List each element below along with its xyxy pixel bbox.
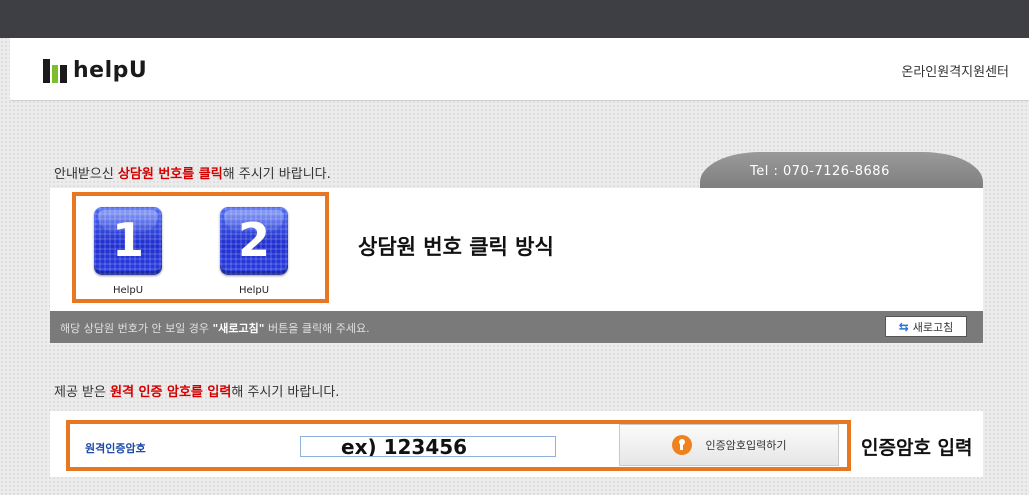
counselor-buttons-highlight-box xyxy=(72,192,329,303)
refresh-arrows-icon: ⇆ xyxy=(898,319,909,334)
refresh-button-label: 새로고침 xyxy=(912,320,954,334)
window-top-bar xyxy=(0,0,1029,38)
counselor-click-method-annotation: 상담원 번호 클릭 방식 xyxy=(358,235,554,259)
refresh-suffix: 버튼을 클릭해 주세요. xyxy=(264,322,370,335)
center-name: 온라인원격지원센터 xyxy=(901,65,1009,80)
counselor-guide-text: 안내받으신 상담원 번호를 클릭해 주시기 바랍니다. xyxy=(54,163,331,182)
auth-code-highlight-box xyxy=(66,420,851,471)
refresh-guide-text: 해당 상담원 번호가 안 보일 경우 "새로고침" 버튼을 클릭해 주세요. xyxy=(60,320,370,336)
guide-suffix: 해 주시기 바랍니다. xyxy=(222,167,331,182)
guide-highlight: 상담원 번호를 클릭 xyxy=(117,167,223,182)
refresh-button[interactable]: ⇆ 새로고침 xyxy=(885,316,967,337)
refresh-prefix: 해당 상담원 번호가 안 보일 경우 xyxy=(60,322,213,335)
guide2-suffix: 해 주시기 바랍니다. xyxy=(231,385,340,400)
refresh-bold: "새로고침" xyxy=(212,322,265,335)
helpu-logo-mark-icon xyxy=(43,58,69,83)
helpu-logo[interactable]: helpU xyxy=(43,58,147,83)
refresh-bar: 해당 상담원 번호가 안 보일 경우 "새로고침" 버튼을 클릭해 주세요. ⇆… xyxy=(50,311,983,343)
site-header: helpU 온라인원격지원센터 xyxy=(10,38,1029,101)
guide-prefix: 안내받으신 xyxy=(54,167,118,182)
auth-code-method-annotation: 인증암호 입력 xyxy=(861,437,973,459)
tel-tab: Tel : 070-7126-8686 xyxy=(700,152,983,190)
tel-number: Tel : 070-7126-8686 xyxy=(750,164,890,179)
logo-text: helpU xyxy=(73,58,148,83)
auth-guide-text: 제공 받은 원격 인증 암호를 입력해 주시기 바랍니다. xyxy=(54,381,339,400)
guide2-prefix: 제공 받은 xyxy=(54,385,111,400)
guide2-highlight: 원격 인증 암호를 입력 xyxy=(110,385,232,400)
